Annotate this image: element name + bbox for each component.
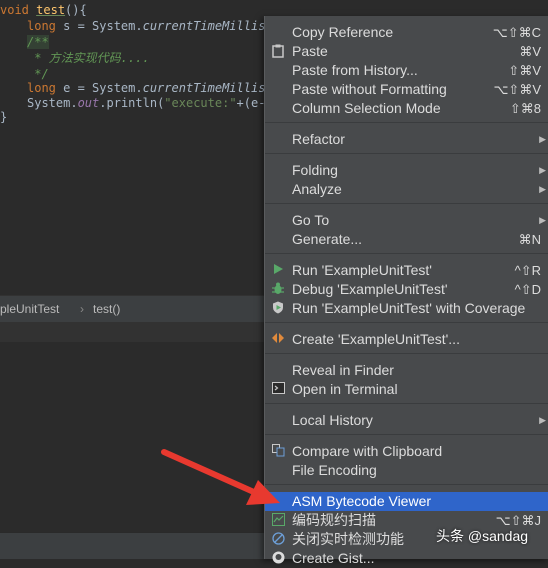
annotation-arrow-icon — [161, 449, 280, 505]
watermark: 头条 @sandag — [436, 528, 529, 544]
